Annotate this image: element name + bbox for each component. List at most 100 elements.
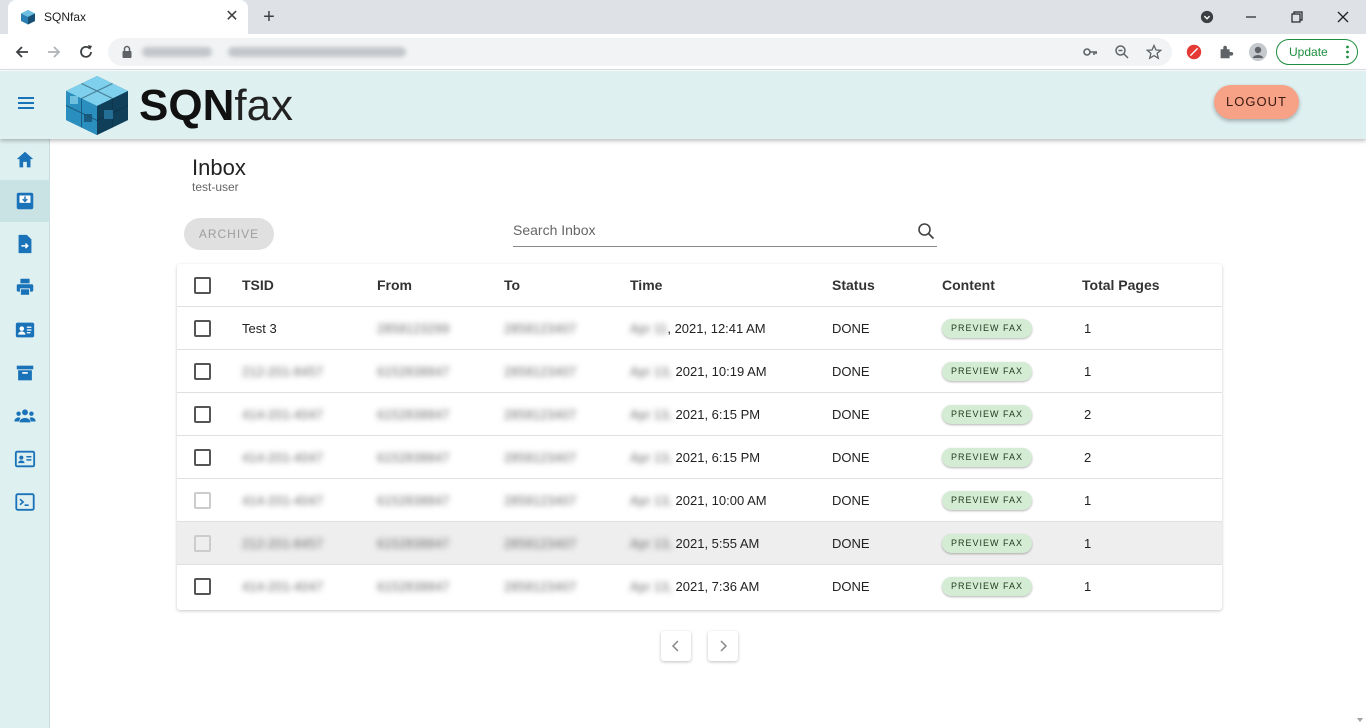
- minimize-icon[interactable]: [1238, 4, 1264, 30]
- column-header-total-pages[interactable]: Total Pages: [1082, 264, 1160, 307]
- sidebar-item-terminal[interactable]: [0, 481, 50, 523]
- table-row[interactable]: 414-201-4047 6152838847 2858123407 Apr 1…: [177, 479, 1222, 522]
- archive-button[interactable]: ARCHIVE: [184, 218, 274, 250]
- time-value: 2021, 6:15 PM: [675, 450, 761, 465]
- update-button[interactable]: Update: [1276, 39, 1358, 65]
- sidebar: [0, 139, 50, 728]
- preview-fax-button[interactable]: PREVIEW FAX: [942, 319, 1033, 338]
- tsid-cell-redacted: 414-201-4047: [242, 493, 323, 508]
- preview-fax-button[interactable]: PREVIEW FAX: [942, 491, 1033, 510]
- logo-light: fax: [234, 81, 294, 130]
- total-pages-cell: 1: [1084, 579, 1092, 594]
- bookmark-star-icon[interactable]: [1146, 44, 1162, 60]
- table-row[interactable]: 414-201-4047 6152838847 2858123407 Apr 1…: [177, 436, 1222, 479]
- reload-icon[interactable]: [74, 40, 98, 64]
- time-value: 2021, 6:15 PM: [675, 407, 761, 422]
- sidebar-item-send-fax[interactable]: [0, 223, 50, 265]
- sidebar-item-contacts[interactable]: [0, 309, 50, 351]
- time-date-redacted: Apr 11: [630, 321, 668, 336]
- preview-fax-button[interactable]: PREVIEW FAX: [942, 362, 1033, 381]
- new-tab-icon[interactable]: +: [258, 6, 280, 28]
- tab-close-icon[interactable]: ✕: [223, 8, 241, 26]
- to-cell-redacted: 2858123407: [504, 450, 577, 465]
- preview-fax-button[interactable]: PREVIEW FAX: [942, 534, 1033, 553]
- table-row[interactable]: 212-201-8457 6152838847 2858123407 Apr 1…: [177, 350, 1222, 393]
- preview-fax-button[interactable]: PREVIEW FAX: [942, 448, 1033, 467]
- browser-toolbar: [0, 34, 1366, 70]
- sqnfax-favicon-icon: [21, 10, 35, 25]
- search-box: [513, 218, 937, 247]
- row-checkbox[interactable]: [194, 535, 211, 552]
- hamburger-menu-icon[interactable]: [14, 91, 38, 115]
- chevron-right-icon: [720, 640, 728, 652]
- table-header-row: TSID From To Time Status Content Total P…: [177, 264, 1222, 307]
- previous-page-button[interactable]: [661, 631, 691, 661]
- to-cell-redacted: 2858123407: [504, 364, 577, 379]
- to-cell-redacted: 2858123407: [504, 536, 577, 551]
- lock-icon: [122, 45, 132, 58]
- sidebar-item-home[interactable]: [0, 139, 50, 181]
- row-checkbox[interactable]: [194, 492, 211, 509]
- terminal-icon: [15, 493, 35, 511]
- inbox-table: TSID From To Time Status Content Total P…: [177, 264, 1222, 610]
- time-date-redacted: Apr 13,: [630, 364, 676, 379]
- page-title: Inbox: [192, 155, 246, 180]
- scroll-down-arrow-icon[interactable]: [1356, 716, 1364, 724]
- page-scrollbar[interactable]: [1354, 71, 1366, 728]
- tab-title: SQNfax: [44, 10, 87, 24]
- zoom-icon[interactable]: [1114, 44, 1130, 60]
- chevron-left-icon: [671, 640, 679, 652]
- window-close-icon[interactable]: [1330, 4, 1356, 30]
- time-cell: Apr 11, 2021, 12:41 AM: [630, 307, 766, 350]
- column-header-content[interactable]: Content: [942, 264, 995, 307]
- column-header-from[interactable]: From: [377, 264, 412, 307]
- search-input[interactable]: [513, 222, 903, 238]
- sidebar-item-archive[interactable]: [0, 352, 50, 394]
- address-bar[interactable]: [108, 38, 1172, 66]
- url-blurred-path: [228, 47, 406, 57]
- update-label: Update: [1289, 45, 1328, 59]
- app-header: SQNfax LOGOUT: [0, 71, 1366, 139]
- browser-tab[interactable]: SQNfax ✕: [8, 0, 248, 34]
- forward-icon[interactable]: [42, 40, 66, 64]
- total-pages-cell: 1: [1084, 536, 1092, 551]
- column-header-to[interactable]: To: [504, 264, 520, 307]
- url-blurred: [142, 47, 212, 57]
- row-checkbox[interactable]: [194, 363, 211, 380]
- row-checkbox[interactable]: [194, 578, 211, 595]
- row-checkbox[interactable]: [194, 406, 211, 423]
- logout-button[interactable]: LOGOUT: [1214, 85, 1299, 119]
- preview-fax-button[interactable]: PREVIEW FAX: [942, 577, 1033, 596]
- table-row[interactable]: 212-201-8457 6152838847 2858123407 Apr 1…: [177, 522, 1222, 565]
- column-header-tsid[interactable]: TSID: [242, 264, 274, 307]
- sidebar-item-users[interactable]: [0, 395, 50, 437]
- table-row[interactable]: 414-201-4047 6152838847 2858123407 Apr 1…: [177, 393, 1222, 436]
- id-card-icon: [14, 450, 36, 468]
- tab-search-icon[interactable]: [1194, 4, 1220, 30]
- extensions-puzzle-icon[interactable]: [1216, 42, 1236, 62]
- search-icon[interactable]: [917, 222, 935, 240]
- column-header-status[interactable]: Status: [832, 264, 875, 307]
- table-row[interactable]: 414-201-4047 6152838847 2858123407 Apr 1…: [177, 565, 1222, 608]
- select-all-checkbox[interactable]: [194, 277, 211, 294]
- restore-icon[interactable]: [1284, 4, 1310, 30]
- extension-red-icon[interactable]: [1184, 42, 1204, 62]
- total-pages-cell: 2: [1084, 407, 1092, 422]
- row-checkbox[interactable]: [194, 449, 211, 466]
- profile-avatar-icon[interactable]: [1248, 42, 1268, 62]
- tsid-cell-redacted: 414-201-4047: [242, 579, 323, 594]
- table-row[interactable]: Test 3 2858123299 2858123407 Apr 11, 202…: [177, 307, 1222, 350]
- users-icon: [14, 409, 36, 423]
- sidebar-item-inbox[interactable]: [0, 180, 50, 222]
- page-subtitle: test-user: [192, 180, 239, 194]
- key-icon[interactable]: [1082, 44, 1098, 60]
- next-page-button[interactable]: [708, 631, 738, 661]
- row-checkbox[interactable]: [194, 320, 211, 337]
- column-header-time[interactable]: Time: [630, 264, 662, 307]
- preview-fax-button[interactable]: PREVIEW FAX: [942, 405, 1033, 424]
- tsid-cell: Test 3: [242, 321, 277, 336]
- back-icon[interactable]: [10, 40, 34, 64]
- time-date-redacted: Apr 13,: [630, 536, 676, 551]
- sidebar-item-id-card[interactable]: [0, 438, 50, 480]
- sidebar-item-printer[interactable]: [0, 266, 50, 308]
